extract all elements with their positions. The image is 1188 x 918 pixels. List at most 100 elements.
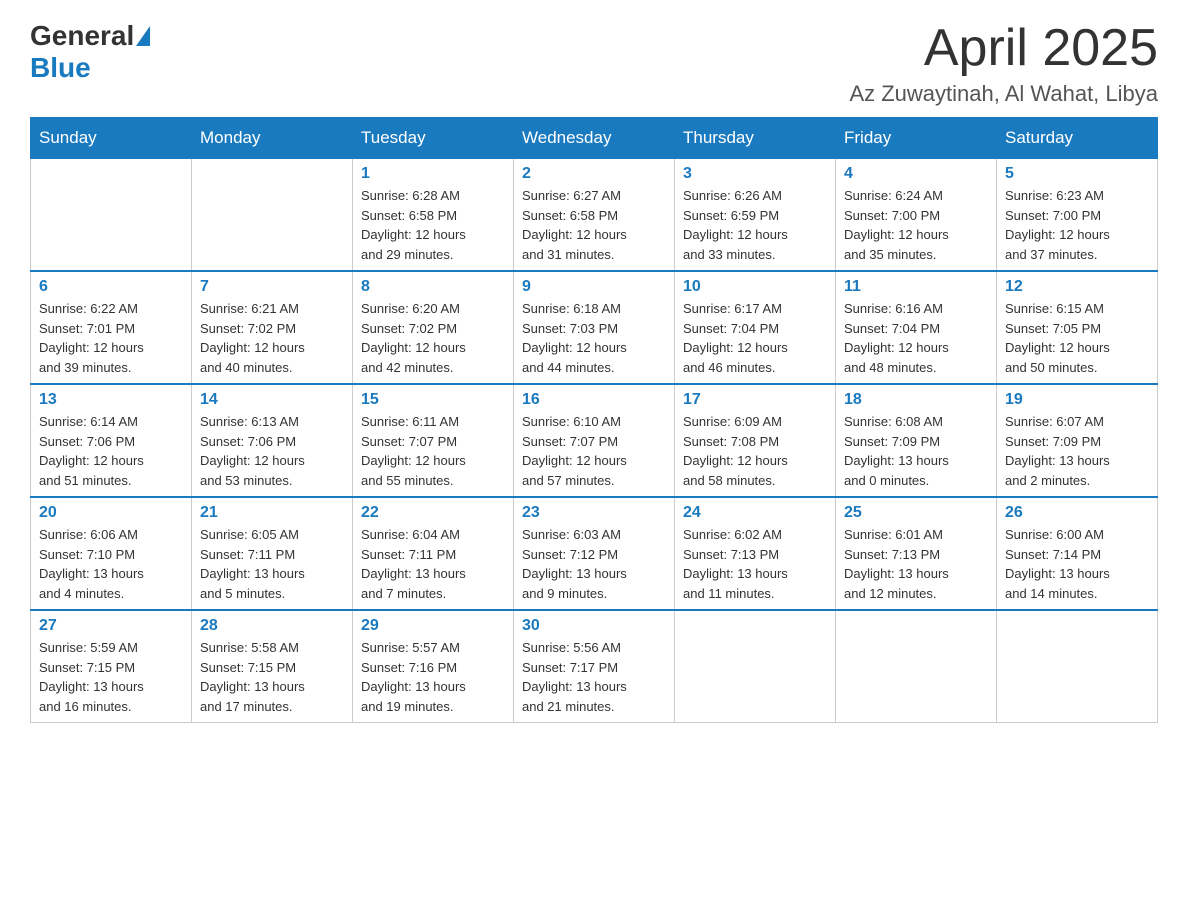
calendar-cell: 17 Sunrise: 6:09 AM Sunset: 7:08 PM Dayli… — [675, 384, 836, 497]
calendar-cell: 7 Sunrise: 6:21 AM Sunset: 7:02 PM Daylig… — [192, 271, 353, 384]
calendar-cell: 9 Sunrise: 6:18 AM Sunset: 7:03 PM Daylig… — [514, 271, 675, 384]
day-info: Sunrise: 6:15 AM Sunset: 7:05 PM Dayligh… — [1005, 299, 1149, 377]
calendar-cell: 23Sunrise: 6:03 AM Sunset: 7:12 PM Dayli… — [514, 497, 675, 610]
day-info: Sunrise: 6:01 AM Sunset: 7:13 PM Dayligh… — [844, 525, 988, 603]
day-info: Sunrise: 6:13 AM Sunset: 7:06 PM Dayligh… — [200, 412, 344, 490]
day-info: Sunrise: 6:18 AM Sunset: 7:03 PM Dayligh… — [522, 299, 666, 377]
day-number: 7 — [200, 278, 344, 296]
calendar-cell: 21 Sunrise: 6:05 AM Sunset: 7:11 PM Dayli… — [192, 497, 353, 610]
weekday-header-monday: Monday — [192, 118, 353, 159]
weekday-header-friday: Friday — [836, 118, 997, 159]
day-info: Sunrise: 6:16 AM Sunset: 7:04 PM Dayligh… — [844, 299, 988, 377]
day-number: 24 — [683, 504, 827, 522]
day-number: 29 — [361, 617, 505, 635]
day-number: 30 — [522, 617, 666, 635]
calendar-cell: 16 Sunrise: 6:10 AM Sunset: 7:07 PM Dayli… — [514, 384, 675, 497]
day-info: Sunrise: 6:27 AM Sunset: 6:58 PM Dayligh… — [522, 186, 666, 264]
calendar-cell: 12 Sunrise: 6:15 AM Sunset: 7:05 PM Dayli… — [997, 271, 1158, 384]
day-info: Sunrise: 5:58 AM Sunset: 7:15 PM Dayligh… — [200, 638, 344, 716]
calendar-table: SundayMondayTuesdayWednesdayThursdayFrid… — [30, 117, 1158, 723]
calendar-cell: 10 Sunrise: 6:17 AM Sunset: 7:04 PM Dayli… — [675, 271, 836, 384]
calendar-cell: 25 Sunrise: 6:01 AM Sunset: 7:13 PM Dayli… — [836, 497, 997, 610]
calendar-cell: 22 Sunrise: 6:04 AM Sunset: 7:11 PM Dayli… — [353, 497, 514, 610]
day-info: Sunrise: 5:57 AM Sunset: 7:16 PM Dayligh… — [361, 638, 505, 716]
calendar-cell — [675, 610, 836, 723]
day-info: Sunrise: 6:10 AM Sunset: 7:07 PM Dayligh… — [522, 412, 666, 490]
calendar-cell: 5Sunrise: 6:23 AM Sunset: 7:00 PM Daylig… — [997, 159, 1158, 272]
calendar-cell: 20Sunrise: 6:06 AM Sunset: 7:10 PM Dayli… — [31, 497, 192, 610]
day-number: 5 — [1005, 165, 1149, 183]
day-number: 6 — [39, 278, 183, 296]
weekday-header-sunday: Sunday — [31, 118, 192, 159]
day-info: Sunrise: 6:20 AM Sunset: 7:02 PM Dayligh… — [361, 299, 505, 377]
day-number: 16 — [522, 391, 666, 409]
day-number: 27 — [39, 617, 183, 635]
day-number: 9 — [522, 278, 666, 296]
day-number: 2 — [522, 165, 666, 183]
calendar-cell: 29 Sunrise: 5:57 AM Sunset: 7:16 PM Dayli… — [353, 610, 514, 723]
day-number: 13 — [39, 391, 183, 409]
day-info: Sunrise: 6:21 AM Sunset: 7:02 PM Dayligh… — [200, 299, 344, 377]
weekday-header-row: SundayMondayTuesdayWednesdayThursdayFrid… — [31, 118, 1158, 159]
calendar-cell: 19 Sunrise: 6:07 AM Sunset: 7:09 PM Dayli… — [997, 384, 1158, 497]
day-info: Sunrise: 6:09 AM Sunset: 7:08 PM Dayligh… — [683, 412, 827, 490]
calendar-cell: 15Sunrise: 6:11 AM Sunset: 7:07 PM Dayli… — [353, 384, 514, 497]
day-info: Sunrise: 6:28 AM Sunset: 6:58 PM Dayligh… — [361, 186, 505, 264]
calendar-cell — [31, 159, 192, 272]
day-number: 19 — [1005, 391, 1149, 409]
calendar-cell: 6 Sunrise: 6:22 AM Sunset: 7:01 PM Daylig… — [31, 271, 192, 384]
calendar-cell: 24 Sunrise: 6:02 AM Sunset: 7:13 PM Dayli… — [675, 497, 836, 610]
day-number: 17 — [683, 391, 827, 409]
day-number: 3 — [683, 165, 827, 183]
day-number: 12 — [1005, 278, 1149, 296]
calendar-cell — [836, 610, 997, 723]
calendar-week-row: 13Sunrise: 6:14 AM Sunset: 7:06 PM Dayli… — [31, 384, 1158, 497]
title-section: April 2025 Az Zuwaytinah, Al Wahat, Liby… — [849, 20, 1158, 107]
calendar-cell: 11 Sunrise: 6:16 AM Sunset: 7:04 PM Dayli… — [836, 271, 997, 384]
day-number: 22 — [361, 504, 505, 522]
logo-triangle-icon — [136, 26, 150, 46]
calendar-cell: 18Sunrise: 6:08 AM Sunset: 7:09 PM Dayli… — [836, 384, 997, 497]
day-info: Sunrise: 5:56 AM Sunset: 7:17 PM Dayligh… — [522, 638, 666, 716]
day-info: Sunrise: 6:22 AM Sunset: 7:01 PM Dayligh… — [39, 299, 183, 377]
day-number: 1 — [361, 165, 505, 183]
day-info: Sunrise: 6:04 AM Sunset: 7:11 PM Dayligh… — [361, 525, 505, 603]
calendar-cell: 28 Sunrise: 5:58 AM Sunset: 7:15 PM Dayli… — [192, 610, 353, 723]
calendar-cell: 4Sunrise: 6:24 AM Sunset: 7:00 PM Daylig… — [836, 159, 997, 272]
calendar-cell: 3 Sunrise: 6:26 AM Sunset: 6:59 PM Daylig… — [675, 159, 836, 272]
calendar-cell: 30 Sunrise: 5:56 AM Sunset: 7:17 PM Dayli… — [514, 610, 675, 723]
day-info: Sunrise: 6:05 AM Sunset: 7:11 PM Dayligh… — [200, 525, 344, 603]
day-number: 8 — [361, 278, 505, 296]
day-number: 28 — [200, 617, 344, 635]
day-number: 10 — [683, 278, 827, 296]
day-number: 11 — [844, 278, 988, 296]
logo-general-text: General — [30, 20, 134, 52]
day-info: Sunrise: 5:59 AM Sunset: 7:15 PM Dayligh… — [39, 638, 183, 716]
calendar-cell: 14 Sunrise: 6:13 AM Sunset: 7:06 PM Dayli… — [192, 384, 353, 497]
weekday-header-saturday: Saturday — [997, 118, 1158, 159]
day-info: Sunrise: 6:17 AM Sunset: 7:04 PM Dayligh… — [683, 299, 827, 377]
day-info: Sunrise: 6:02 AM Sunset: 7:13 PM Dayligh… — [683, 525, 827, 603]
day-info: Sunrise: 6:24 AM Sunset: 7:00 PM Dayligh… — [844, 186, 988, 264]
weekday-header-wednesday: Wednesday — [514, 118, 675, 159]
day-number: 14 — [200, 391, 344, 409]
calendar-cell — [997, 610, 1158, 723]
page-header: General Blue April 2025 Az Zuwaytinah, A… — [30, 20, 1158, 107]
calendar-cell — [192, 159, 353, 272]
calendar-cell: 2 Sunrise: 6:27 AM Sunset: 6:58 PM Daylig… — [514, 159, 675, 272]
day-number: 21 — [200, 504, 344, 522]
day-number: 15 — [361, 391, 505, 409]
day-info: Sunrise: 6:26 AM Sunset: 6:59 PM Dayligh… — [683, 186, 827, 264]
calendar-week-row: 1 Sunrise: 6:28 AM Sunset: 6:58 PM Daylig… — [31, 159, 1158, 272]
day-number: 18 — [844, 391, 988, 409]
day-info: Sunrise: 6:07 AM Sunset: 7:09 PM Dayligh… — [1005, 412, 1149, 490]
day-info: Sunrise: 6:03 AM Sunset: 7:12 PM Dayligh… — [522, 525, 666, 603]
calendar-cell: 1 Sunrise: 6:28 AM Sunset: 6:58 PM Daylig… — [353, 159, 514, 272]
logo-blue-text: Blue — [30, 52, 91, 84]
day-info: Sunrise: 6:00 AM Sunset: 7:14 PM Dayligh… — [1005, 525, 1149, 603]
day-number: 25 — [844, 504, 988, 522]
weekday-header-thursday: Thursday — [675, 118, 836, 159]
day-number: 26 — [1005, 504, 1149, 522]
logo: General Blue — [30, 20, 152, 84]
calendar-week-row: 20Sunrise: 6:06 AM Sunset: 7:10 PM Dayli… — [31, 497, 1158, 610]
